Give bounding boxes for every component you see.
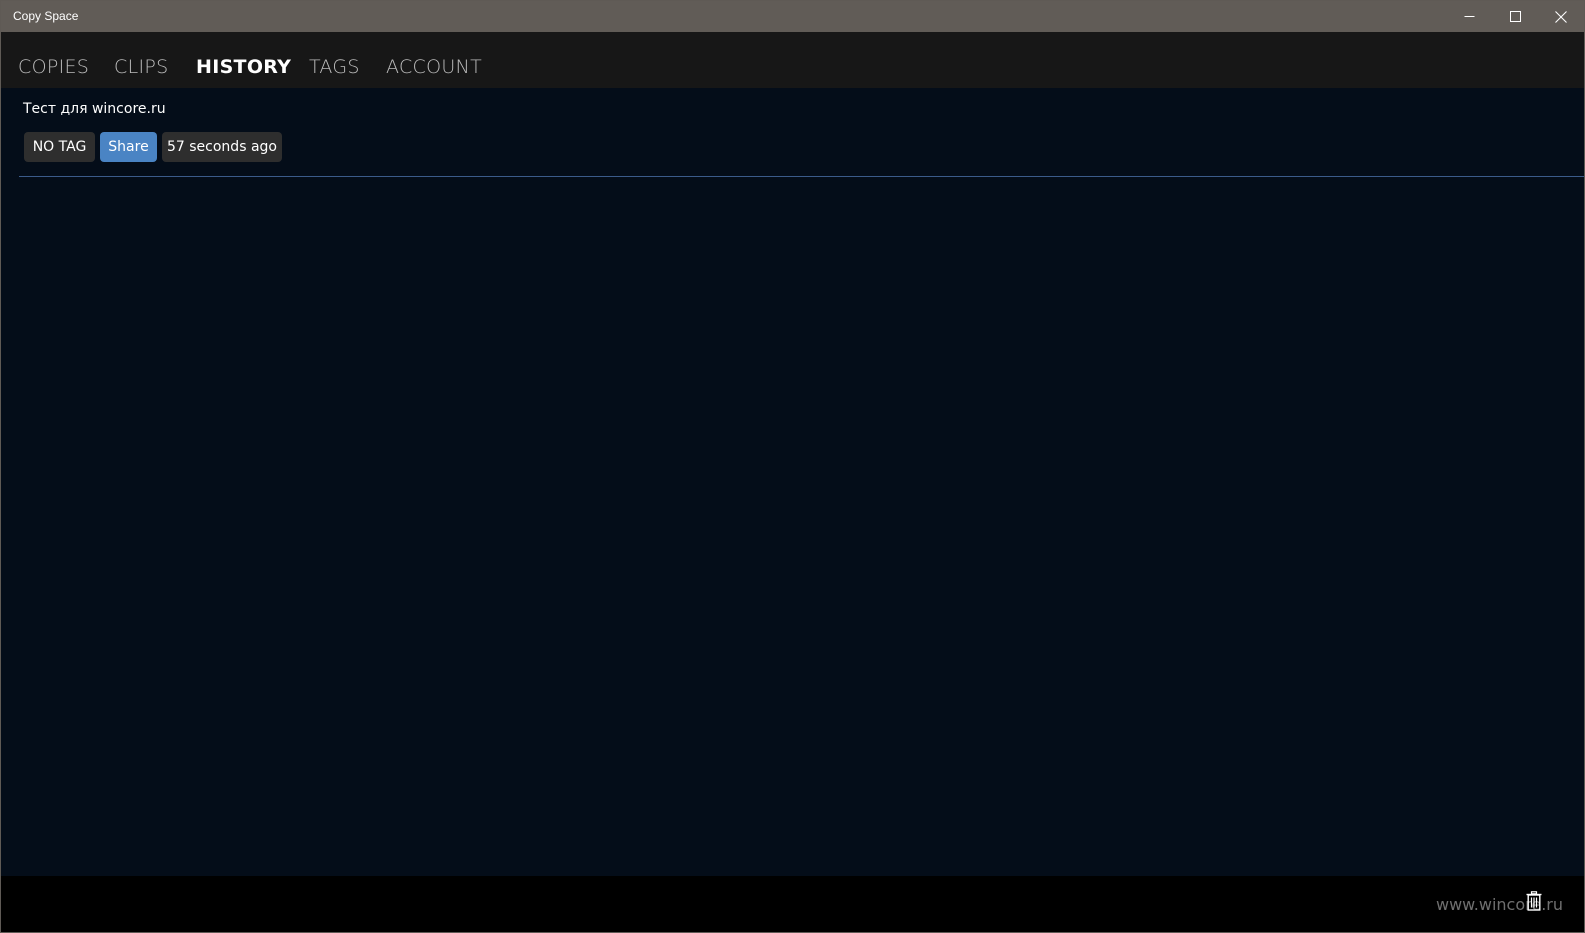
tab-clips[interactable]: CLIPS (114, 55, 168, 79)
tag-button[interactable]: NO TAG (24, 132, 95, 162)
bottom-app-bar: www.wincore.ru (1, 876, 1584, 932)
timestamp-badge: 57 seconds ago (162, 132, 282, 162)
maximize-icon (1509, 11, 1521, 22)
item-divider (19, 176, 1584, 177)
history-list: Тест для wincore.ru NO TAG Share 57 seco… (1, 88, 1584, 876)
delete-button[interactable] (1522, 889, 1546, 913)
tab-history[interactable]: HISTORY (196, 55, 291, 79)
close-button[interactable] (1538, 1, 1584, 32)
tab-account[interactable]: ACCOUNT (386, 55, 482, 79)
clip-text[interactable]: Тест для wincore.ru (23, 100, 166, 118)
close-icon (1555, 10, 1567, 23)
app-title: Copy Space (13, 9, 79, 23)
minimize-icon (1464, 16, 1474, 17)
maximize-button[interactable] (1492, 1, 1538, 32)
tab-tags[interactable]: TAGS (309, 55, 360, 79)
minimize-button[interactable] (1446, 1, 1492, 32)
share-button[interactable]: Share (100, 132, 157, 162)
tab-copies[interactable]: COPIES (18, 55, 89, 79)
title-bar[interactable]: Copy Space (1, 1, 1584, 32)
tab-bar: COPIES CLIPS HISTORY TAGS ACCOUNT (1, 32, 1584, 114)
app-window: Copy Space COPIES CLIPS HISTORY TAGS ACC… (0, 0, 1585, 933)
trash-icon (1526, 891, 1542, 911)
